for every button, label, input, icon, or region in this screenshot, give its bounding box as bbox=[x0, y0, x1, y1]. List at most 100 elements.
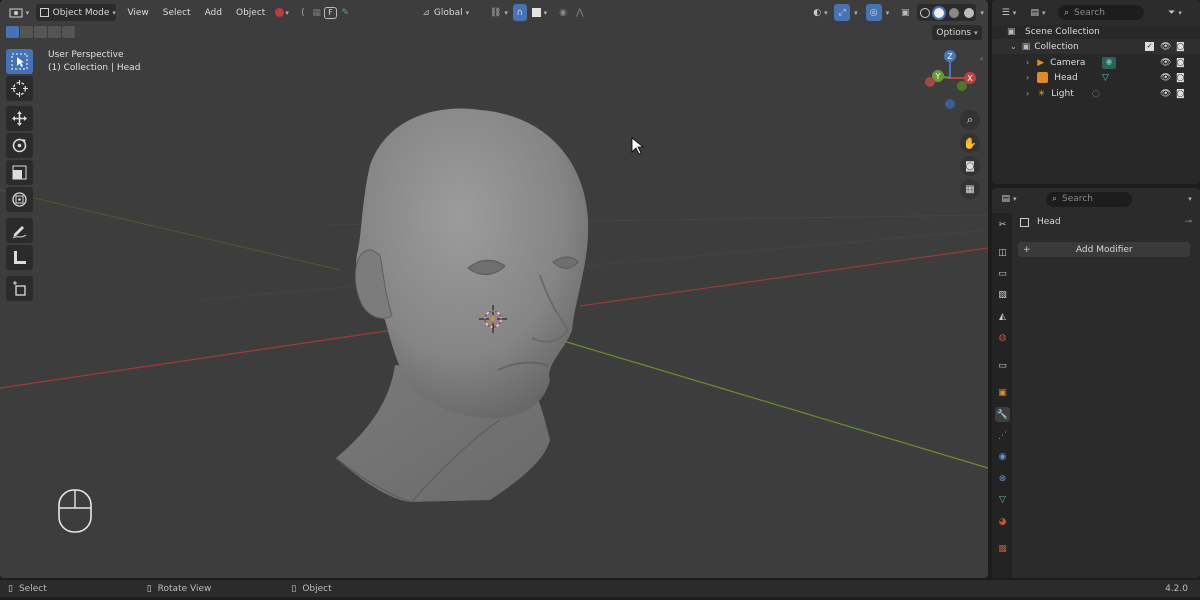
transform-affect-button[interactable]: ▾ bbox=[272, 4, 292, 21]
snap-target-dropdown[interactable]: ▾ bbox=[530, 4, 550, 21]
properties-options-dropdown[interactable]: ▾ bbox=[1182, 190, 1198, 208]
menu-add[interactable]: Add bbox=[198, 8, 229, 18]
output-tab-icon[interactable]: ▭ bbox=[995, 266, 1010, 281]
camera-data-icon[interactable]: ◉ bbox=[1102, 56, 1116, 69]
navigation-gizmo[interactable]: Z X Y bbox=[918, 46, 984, 112]
texture-tab-icon[interactable]: ▩ bbox=[995, 541, 1010, 556]
camera-render-icon[interactable]: ◙ bbox=[1176, 73, 1185, 83]
zoom-button[interactable]: ⌕ bbox=[960, 110, 980, 130]
select-box-tool[interactable] bbox=[6, 49, 33, 74]
eye-icon[interactable]: 👁 bbox=[1160, 42, 1171, 52]
world-tab-icon[interactable]: ◍ bbox=[995, 330, 1010, 345]
filter-dropdown[interactable]: ⏷ ▾ bbox=[1164, 4, 1186, 21]
camera-render-icon[interactable]: ◙ bbox=[1176, 89, 1185, 99]
pivot-dropdown[interactable]: ⛓ ▾ bbox=[487, 4, 511, 21]
expand-chevron-icon[interactable]: › bbox=[1026, 73, 1029, 82]
expand-chevron-icon[interactable]: › bbox=[1026, 58, 1029, 67]
solid-shading-icon[interactable] bbox=[934, 7, 945, 18]
snap-toggle[interactable]: ∩ bbox=[512, 4, 527, 21]
constraints-tab-icon[interactable]: ⊗ bbox=[995, 471, 1010, 486]
material-shading-icon[interactable] bbox=[949, 7, 960, 18]
select-invert-icon[interactable] bbox=[48, 26, 61, 38]
outliner-item-light[interactable]: › ☀ Light ◌ 👁 ◙ bbox=[992, 86, 1200, 101]
properties-editor-type[interactable]: ▤ ▾ bbox=[998, 191, 1020, 208]
proportional-edit-icon[interactable]: ◉ bbox=[555, 4, 571, 21]
eye-icon[interactable]: 👁 bbox=[1160, 89, 1171, 99]
physics-tab-icon[interactable]: ◉ bbox=[995, 449, 1010, 464]
properties-search-input[interactable]: ⌕ Search bbox=[1046, 191, 1132, 207]
add-modifier-button[interactable]: + Add Modifier bbox=[1018, 242, 1190, 257]
annotate-tool[interactable] bbox=[6, 218, 33, 243]
collection-expand-icon[interactable]: ⌄ bbox=[1010, 42, 1017, 51]
falloff-icon[interactable]: ⋀ bbox=[571, 4, 589, 21]
mode-dropdown[interactable]: Object Mode ▾ bbox=[35, 4, 117, 21]
eye-icon[interactable]: 👁 bbox=[1160, 58, 1171, 68]
sidebar-toggle-icon[interactable]: ‹ bbox=[980, 54, 983, 63]
outliner-search-input[interactable]: ⌕ Search bbox=[1058, 5, 1144, 20]
measure-tool[interactable] bbox=[6, 245, 33, 270]
modifier-tab-icon[interactable]: 🔧 bbox=[995, 407, 1010, 422]
expand-chevron-icon[interactable]: › bbox=[1026, 89, 1029, 98]
gizmo-toggle[interactable]: ⤢ bbox=[834, 4, 851, 21]
collection-row[interactable]: ⌄ ▣ Collection ✓ 👁 ◙ bbox=[992, 39, 1200, 54]
light-data-icon[interactable]: ◌ bbox=[1092, 89, 1100, 99]
rotate-tool[interactable] bbox=[6, 133, 33, 158]
overlay-toggle[interactable]: ◎ bbox=[865, 4, 882, 21]
overlay-dropdown[interactable]: ▾ bbox=[882, 4, 894, 21]
outliner-editor-type[interactable]: ☰ ▾ bbox=[998, 4, 1020, 21]
eye-icon[interactable]: 👁 bbox=[1160, 73, 1171, 83]
add-cube-tool[interactable] bbox=[6, 276, 33, 301]
options-button[interactable]: Options ▾ bbox=[932, 25, 982, 40]
menu-select[interactable]: Select bbox=[156, 8, 198, 18]
pen-icon[interactable]: ✎ bbox=[337, 4, 353, 21]
scale-tool[interactable] bbox=[6, 160, 33, 185]
wireframe-shading-icon[interactable] bbox=[919, 7, 930, 18]
mesh-data-icon[interactable]: ▽ bbox=[1102, 73, 1109, 83]
display-mode-dropdown[interactable]: ▤ ▾ bbox=[1026, 4, 1050, 21]
particles-tab-icon[interactable]: ⋰ bbox=[995, 428, 1010, 443]
xray-icon[interactable]: ▣ bbox=[897, 4, 913, 21]
scene-tab-icon[interactable]: ◭ bbox=[995, 309, 1010, 324]
3d-viewport[interactable]: ▾ Object Mode ▾ View Select Add Object ▾… bbox=[0, 0, 988, 578]
transform-icon bbox=[12, 192, 27, 207]
shading-dropdown[interactable]: ▾ bbox=[976, 4, 988, 21]
menu-view[interactable]: View bbox=[120, 8, 155, 18]
menu-object[interactable]: Object bbox=[229, 8, 272, 18]
camera-render-icon[interactable]: ◙ bbox=[1176, 58, 1185, 68]
outliner-item-head[interactable]: › Head ▽ 👁 ◙ bbox=[992, 70, 1200, 85]
collection-tab-icon[interactable]: ▭ bbox=[995, 358, 1010, 373]
curve-icon[interactable]: ( bbox=[296, 4, 310, 21]
select-subtract-icon[interactable] bbox=[34, 26, 47, 38]
pan-button[interactable]: ✋ bbox=[960, 133, 980, 153]
render-tab-icon[interactable]: ◫ bbox=[995, 245, 1010, 260]
select-extend-icon[interactable] bbox=[20, 26, 33, 38]
move-tool[interactable] bbox=[6, 106, 33, 131]
rendered-shading-icon[interactable] bbox=[963, 7, 974, 18]
material-tab-icon[interactable]: ◕ bbox=[995, 514, 1010, 529]
collection-checkbox[interactable]: ✓ bbox=[1145, 42, 1154, 51]
outliner-item-camera[interactable]: › ▶ Camera ◉ 👁 ◙ bbox=[992, 55, 1200, 70]
editor-type-button[interactable]: ▾ bbox=[8, 4, 30, 21]
camera-view-button[interactable]: ◙ bbox=[960, 156, 980, 176]
object-tab-icon[interactable]: ▣ bbox=[995, 385, 1010, 400]
ortho-toggle-button[interactable]: ▦ bbox=[960, 179, 980, 199]
select-new-icon[interactable] bbox=[6, 26, 19, 38]
data-tab-icon[interactable]: ▽ bbox=[995, 492, 1010, 507]
camera-render-icon[interactable]: ◙ bbox=[1176, 42, 1185, 52]
orientation-label: Global bbox=[433, 7, 463, 18]
view-layer-tab-icon[interactable]: ▧ bbox=[995, 287, 1010, 302]
mouse-middle-icon: ▯ bbox=[146, 583, 152, 594]
tool-tab-icon[interactable]: ✂ bbox=[995, 217, 1010, 232]
orientation-dropdown[interactable]: Global ▾ bbox=[434, 4, 483, 21]
cursor-tool[interactable] bbox=[6, 76, 33, 101]
grid-icon[interactable]: ▦ bbox=[310, 4, 324, 21]
scene-collection-row[interactable]: ▣ Scene Collection bbox=[992, 24, 1200, 39]
transform-tool[interactable] bbox=[6, 187, 33, 212]
select-intersect-icon[interactable] bbox=[62, 26, 75, 38]
visibility-dropdown[interactable]: ◐ ▾ bbox=[809, 4, 833, 21]
overlay-icon: ◎ bbox=[869, 7, 878, 18]
mouse-pointer bbox=[631, 137, 645, 155]
f-key-icon[interactable]: F bbox=[323, 6, 338, 19]
pin-icon[interactable]: ⊸ bbox=[1184, 217, 1192, 227]
gizmo-dropdown[interactable]: ▾ bbox=[850, 4, 862, 21]
